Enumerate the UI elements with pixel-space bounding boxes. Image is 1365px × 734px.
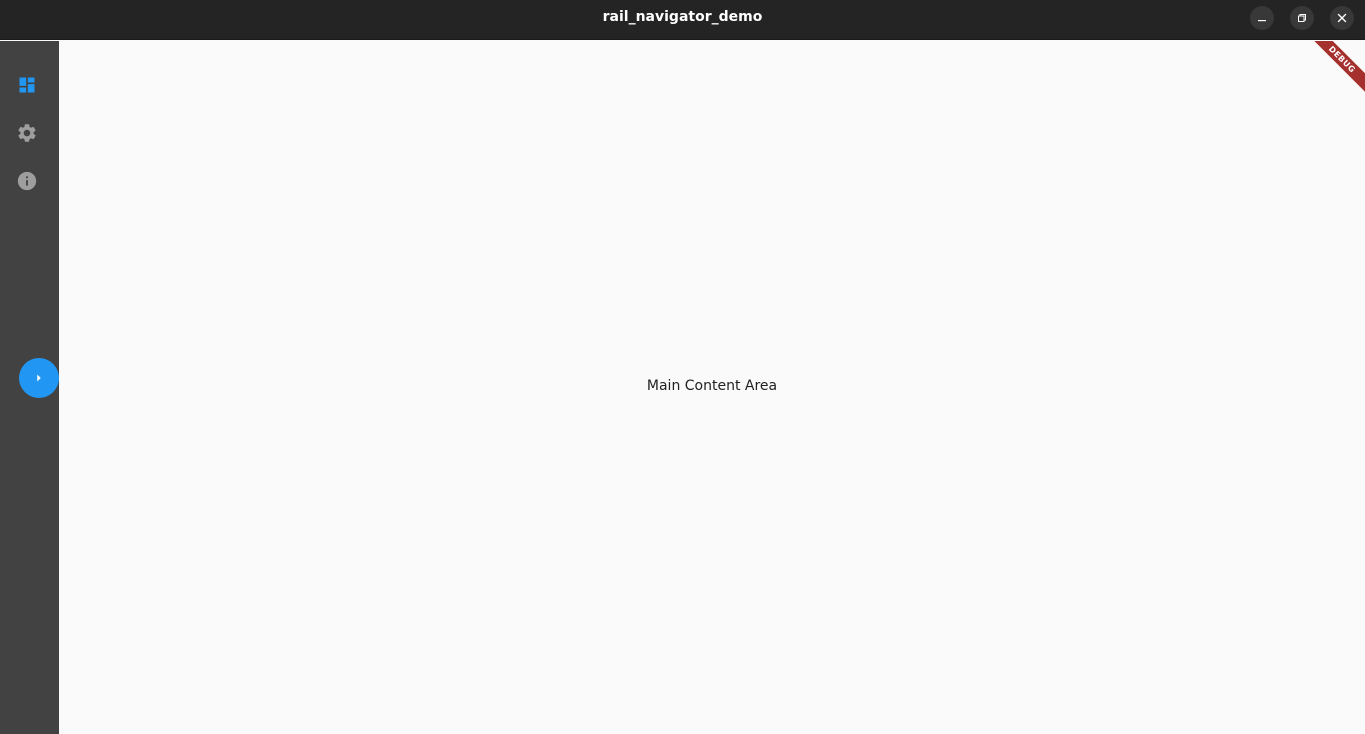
main-content-label: Main Content Area bbox=[646, 378, 778, 394]
maximize-button[interactable] bbox=[1290, 6, 1314, 30]
main-content: Main Content Area bbox=[59, 41, 1365, 734]
rail-item-settings[interactable] bbox=[14, 120, 40, 146]
expand-rail-button[interactable] bbox=[19, 358, 59, 398]
restore-icon bbox=[1298, 14, 1306, 22]
dashboard-icon bbox=[19, 77, 35, 93]
title-bar: rail_navigator_demo bbox=[0, 0, 1365, 40]
chevron-right-icon bbox=[37, 374, 41, 382]
info-icon bbox=[17, 171, 37, 191]
close-icon bbox=[1337, 13, 1347, 23]
minimize-icon bbox=[1258, 20, 1266, 22]
minimize-button[interactable] bbox=[1250, 6, 1274, 30]
window-title: rail_navigator_demo bbox=[602, 9, 763, 25]
gear-icon bbox=[18, 124, 36, 142]
close-button[interactable] bbox=[1330, 6, 1354, 30]
rail-item-info[interactable] bbox=[14, 168, 40, 194]
rail-item-dashboard[interactable] bbox=[14, 72, 40, 98]
